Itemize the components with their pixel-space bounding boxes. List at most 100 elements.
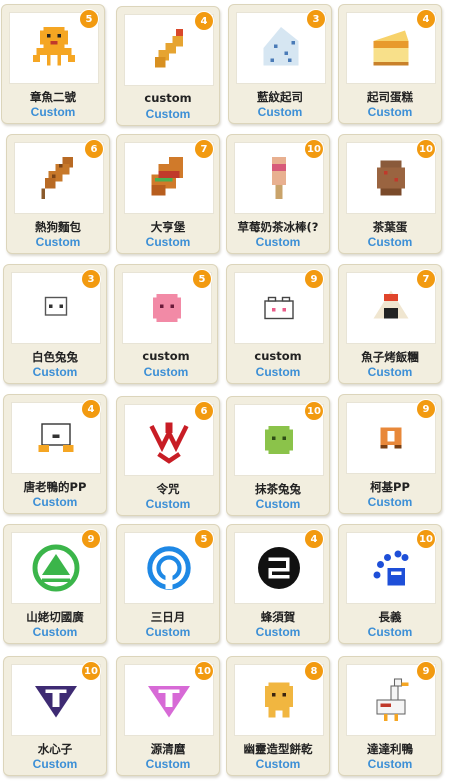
count-badge: 5 (195, 530, 213, 548)
onigiri-icon (373, 290, 409, 319)
source-link[interactable]: Custom (339, 757, 441, 771)
count-badge: 3 (82, 270, 100, 288)
pink-blob-icon (153, 294, 181, 322)
sticker-name: 魚子烤飯糰 (361, 350, 419, 364)
sticker-card[interactable]: 10 茶葉蛋 Custom (338, 134, 442, 254)
goose-icon (376, 678, 409, 721)
sticker-card[interactable]: 9 山姥切國廣 Custom (3, 524, 107, 644)
source-link[interactable]: Custom (339, 625, 441, 639)
purple-triangle-crest-icon (35, 686, 77, 718)
sticker-name: 源清麿 (150, 742, 186, 756)
sticker-card[interactable]: 3 藍紋起司 Custom (228, 4, 332, 124)
sticker-card[interactable]: 10 長義 Custom (338, 524, 442, 644)
source-link[interactable]: Custom (339, 365, 441, 379)
source-link[interactable]: Custom (227, 757, 329, 771)
sticker-card[interactable]: 5 章魚二號 Custom (1, 4, 105, 124)
source-link[interactable]: Custom (339, 105, 441, 119)
count-badge: 3 (307, 10, 325, 28)
source-link[interactable]: Custom (4, 495, 106, 509)
sticker-name: 章魚二號 (30, 90, 76, 104)
source-link[interactable]: Custom (2, 105, 104, 119)
sticker-name: 水心子 (37, 742, 73, 756)
source-link[interactable]: Custom (115, 365, 217, 379)
blue-cheese-icon (263, 27, 299, 66)
sticker-card[interactable]: 7 魚子烤飯糰 Custom (338, 264, 442, 384)
sticker-card[interactable]: 9 達達利鴨 Custom (338, 656, 442, 776)
sticker-card[interactable]: 3 白色兔兔 Custom (3, 264, 107, 384)
source-link[interactable]: Custom (229, 105, 331, 119)
ghost-cookie-icon (265, 682, 293, 718)
tea-egg-icon (377, 160, 405, 196)
source-link[interactable]: Custom (117, 235, 219, 249)
count-badge: 7 (195, 140, 213, 158)
sticker-name: 藍紋起司 (257, 90, 303, 104)
sticker-card[interactable]: 4 起司蛋糕 Custom (338, 4, 442, 124)
sticker-card[interactable]: 4 蜂須賀 Custom (226, 524, 330, 644)
sticker-card[interactable]: 6 熱狗麵包 Custom (6, 134, 110, 254)
sticker-card[interactable]: 6 令咒 Custom (116, 396, 220, 516)
source-link[interactable]: Custom (227, 365, 329, 379)
sticker-card[interactable]: 10 水心子 Custom (3, 656, 107, 776)
paw-icon (264, 296, 294, 320)
count-badge: 7 (417, 270, 435, 288)
matcha-bunny-icon (265, 426, 293, 454)
count-badge: 4 (417, 10, 435, 28)
source-link[interactable]: Custom (117, 757, 219, 771)
sticker-card[interactable]: 5 三日月 Custom (116, 524, 220, 644)
source-link[interactable]: Custom (339, 495, 441, 509)
count-badge: 9 (82, 530, 100, 548)
count-badge: 5 (193, 270, 211, 288)
blue-dots-crest-icon (373, 550, 409, 586)
count-badge: 4 (305, 530, 323, 548)
source-link[interactable]: Custom (4, 365, 106, 379)
source-link[interactable]: Custom (227, 235, 329, 249)
sticker-name: 熱狗麵包 (35, 220, 81, 234)
count-badge: 10 (195, 662, 213, 680)
count-badge: 8 (305, 662, 323, 680)
source-link[interactable]: Custom (117, 625, 219, 639)
popsicle-icon (272, 157, 286, 199)
sticker-card[interactable]: 4 custom Custom (116, 6, 220, 126)
sticker-name: custom (254, 349, 302, 363)
hotdog-sandwich-icon (151, 157, 183, 196)
count-badge: 4 (195, 12, 213, 30)
sticker-card[interactable]: 10 源清麿 Custom (116, 656, 220, 776)
count-badge: 10 (305, 140, 323, 158)
sticker-card[interactable]: 7 大亨堡 Custom (116, 134, 220, 254)
sticker-name: 茶葉蛋 (372, 220, 408, 234)
sticker-name: 大亨堡 (150, 220, 186, 234)
source-link[interactable]: Custom (227, 625, 329, 639)
sticker-card[interactable]: 5 custom Custom (114, 264, 218, 384)
count-badge: 10 (417, 140, 435, 158)
sticker-name: 山姥切國廣 (26, 610, 84, 624)
octopus-icon (33, 27, 75, 66)
sticker-card[interactable]: 8 幽靈造型餅乾 Custom (226, 656, 330, 776)
source-link[interactable]: Custom (4, 625, 106, 639)
fried-shrimp-icon (155, 29, 183, 68)
sticker-card[interactable]: 9 custom Custom (226, 264, 330, 384)
source-link[interactable]: Custom (227, 497, 329, 511)
sticker-card[interactable]: 10 草莓奶茶冰棒(? Custom (226, 134, 330, 254)
count-badge: 9 (305, 270, 323, 288)
source-link[interactable]: Custom (7, 235, 109, 249)
source-link[interactable]: Custom (4, 757, 106, 771)
count-badge: 9 (417, 662, 435, 680)
sticker-card[interactable]: 9 柯基PP Custom (338, 394, 442, 514)
sticker-name: 長義 (378, 610, 402, 624)
green-crest-icon (32, 544, 80, 592)
count-badge: 5 (80, 10, 98, 28)
source-link[interactable]: Custom (339, 235, 441, 249)
black-crest-icon (258, 547, 300, 589)
sticker-name: 令咒 (156, 482, 180, 496)
source-link[interactable]: Custom (117, 497, 219, 511)
corn-dog-icon (41, 157, 73, 199)
sticker-name: 幽靈造型餅乾 (243, 742, 313, 756)
sticker-name: custom (142, 349, 190, 363)
sticker-name: 白色兔兔 (32, 350, 78, 364)
sticker-card[interactable]: 10 抹茶兔兔 Custom (226, 396, 330, 516)
sticker-card[interactable]: 4 唐老鴨的PP Custom (3, 394, 107, 514)
source-link[interactable]: Custom (117, 107, 219, 121)
blue-crest-icon (147, 546, 191, 590)
command-seal-icon (149, 422, 189, 464)
count-badge: 4 (82, 400, 100, 418)
